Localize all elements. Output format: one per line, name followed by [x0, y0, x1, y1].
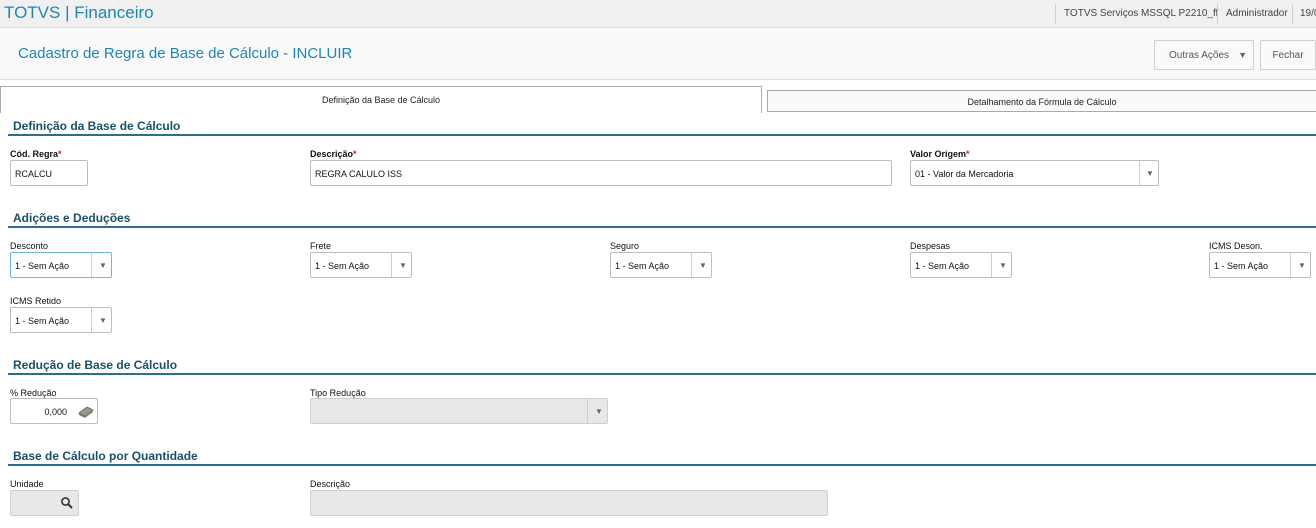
seguro-value: 1 - Sem Ação [615, 261, 670, 271]
chevron-down-icon[interactable]: ▼ [399, 261, 407, 270]
chevron-down-icon[interactable]: ▼ [699, 261, 707, 270]
desconto-select[interactable]: 1 - Sem Ação ▼ [10, 252, 112, 278]
perc-reducao-input[interactable]: 0,000 [10, 398, 98, 424]
divider [1217, 4, 1218, 24]
valor-origem-value: 01 - Valor da Mercadoria [915, 169, 1014, 179]
more-actions-label: Outras Ações [1169, 49, 1230, 61]
chevron-down-icon[interactable]: ▼ [999, 261, 1007, 270]
page-title: Cadastro de Regra de Base de Cálculo - I… [18, 45, 353, 62]
section-title-reducao: Redução de Base de Cálculo [13, 358, 178, 372]
search-icon[interactable] [60, 496, 74, 510]
chevron-down-icon[interactable]: ▼ [1146, 169, 1154, 178]
despesas-select[interactable]: 1 - Sem Ação ▼ [910, 252, 1012, 278]
despesas-value: 1 - Sem Ação [915, 261, 970, 271]
tipo-reducao-label: Tipo Redução [310, 388, 366, 398]
desconto-value: 1 - Sem Ação [15, 261, 70, 271]
more-actions-button[interactable]: Outras Ações ▼ [1154, 40, 1254, 70]
chevron-down-icon[interactable]: ▼ [99, 316, 107, 325]
calculator-icon[interactable] [77, 404, 95, 418]
section-title-adicoes: Adições e Deduções [13, 211, 131, 225]
perc-reducao-label: % Redução [10, 388, 57, 398]
section-divider [8, 134, 1316, 136]
section-divider [8, 373, 1316, 375]
divider [1292, 4, 1293, 24]
chevron-down-icon[interactable]: ▼ [1298, 261, 1306, 270]
page-header: Cadastro de Regra de Base de Cálculo - I… [0, 28, 1316, 80]
section-divider [8, 226, 1316, 228]
icms-deson-value: 1 - Sem Ação [1214, 261, 1269, 271]
descricao-unidade-label: Descrição [310, 479, 351, 489]
unidade-input[interactable] [10, 490, 79, 516]
tipo-reducao-select[interactable]: ▼ [310, 398, 608, 424]
desconto-label: Desconto [10, 241, 49, 251]
cod-regra-label: Cód. Regra* [10, 149, 62, 159]
despesas-label: Despesas [910, 241, 951, 251]
tab-definicao[interactable]: Definição da Base de Cálculo [0, 86, 762, 113]
divider [1055, 4, 1056, 24]
valor-origem-select[interactable]: 01 - Valor da Mercadoria ▼ [910, 160, 1159, 186]
icms-deson-label: ICMS Deson. [1209, 241, 1263, 251]
close-button[interactable]: Fechar [1260, 40, 1316, 70]
tab-detalhamento[interactable]: Detalhamento da Fórmula de Cálculo [767, 90, 1316, 112]
frete-select[interactable]: 1 - Sem Ação ▼ [310, 252, 412, 278]
icms-retido-label: ICMS Retido [10, 296, 62, 306]
frete-label: Frete [310, 241, 332, 251]
chevron-down-icon[interactable]: ▼ [99, 261, 107, 270]
frete-value: 1 - Sem Ação [315, 261, 370, 271]
chevron-down-icon: ▼ [1238, 50, 1247, 60]
descricao-label: Descrição* [310, 149, 357, 159]
environment-label: TOTVS Serviços MSSQL P2210_ff [1064, 8, 1219, 19]
user-label[interactable]: Administrador [1226, 8, 1288, 19]
valor-origem-label: Valor Origem* [910, 149, 970, 159]
top-bar: TOTVS | Financeiro TOTVS Serviços MSSQL … [0, 0, 1316, 28]
section-title-quantidade: Base de Cálculo por Quantidade [13, 449, 198, 463]
descricao-unidade-input[interactable] [310, 490, 828, 516]
unidade-label: Unidade [10, 479, 44, 489]
perc-reducao-value: 0,000 [44, 407, 67, 417]
section-title-definicao: Definição da Base de Cálculo [13, 119, 181, 133]
icms-retido-select[interactable]: 1 - Sem Ação ▼ [10, 307, 112, 333]
date-label: 19/0 [1300, 8, 1316, 19]
icms-retido-value: 1 - Sem Ação [15, 316, 70, 326]
chevron-down-icon[interactable]: ▼ [595, 407, 603, 416]
app-title: TOTVS | Financeiro [4, 3, 154, 22]
icms-deson-select[interactable]: 1 - Sem Ação ▼ [1209, 252, 1311, 278]
cod-regra-input[interactable]: RCALCU [10, 160, 88, 186]
seguro-select[interactable]: 1 - Sem Ação ▼ [610, 252, 712, 278]
seguro-label: Seguro [610, 241, 640, 251]
descricao-input[interactable]: REGRA CALULO ISS [310, 160, 892, 186]
section-divider [8, 464, 1316, 466]
